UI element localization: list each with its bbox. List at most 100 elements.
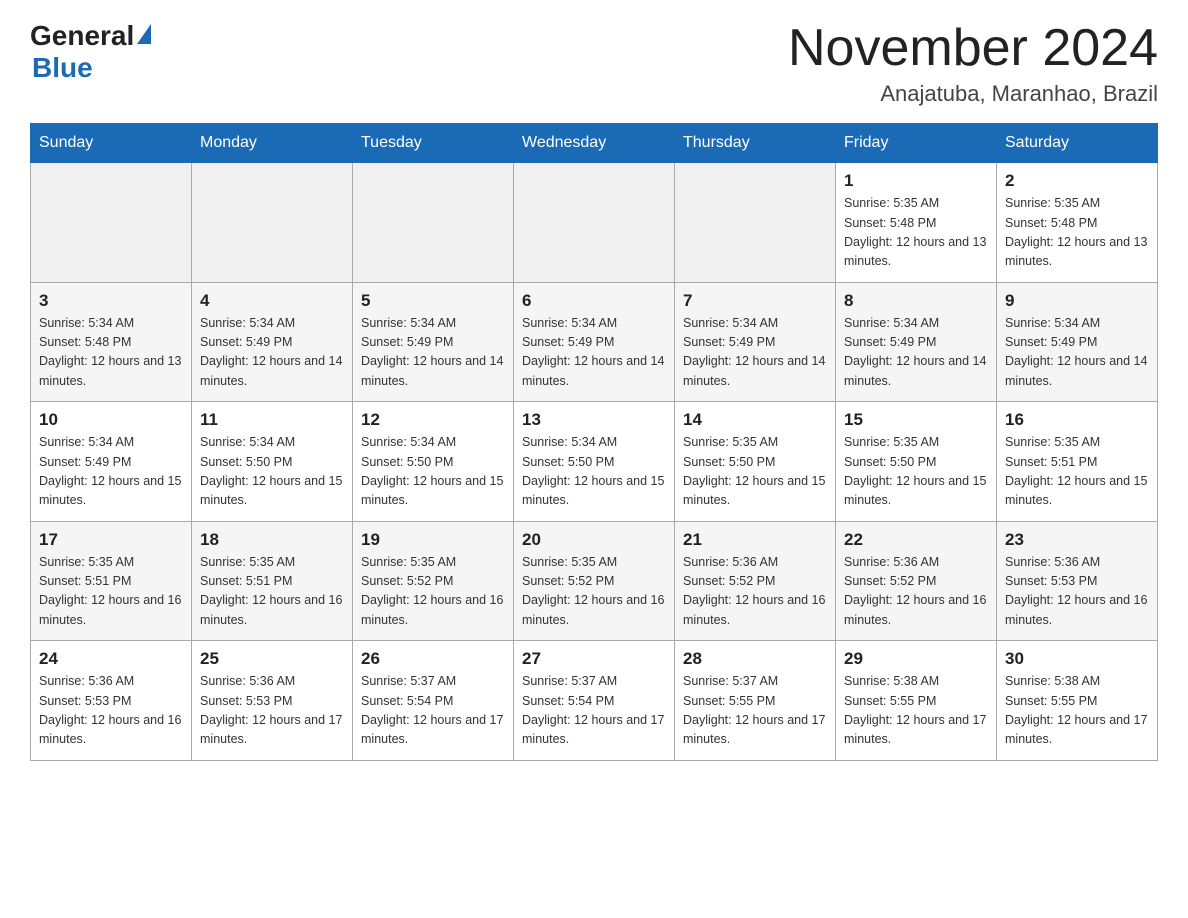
day-number: 27 <box>522 649 666 669</box>
col-sunday: Sunday <box>31 124 192 163</box>
day-sun-info: Sunrise: 5:36 AM Sunset: 5:52 PM Dayligh… <box>683 553 827 631</box>
table-row: 4 Sunrise: 5:34 AM Sunset: 5:49 PM Daylig… <box>192 282 353 402</box>
calendar-week-row: 10 Sunrise: 5:34 AM Sunset: 5:49 PM Dayli… <box>31 402 1158 522</box>
table-row: 13 Sunrise: 5:34 AM Sunset: 5:50 PM Dayli… <box>514 402 675 522</box>
day-number: 25 <box>200 649 344 669</box>
table-row <box>675 163 836 283</box>
day-sun-info: Sunrise: 5:34 AM Sunset: 5:48 PM Dayligh… <box>39 314 183 392</box>
day-sun-info: Sunrise: 5:38 AM Sunset: 5:55 PM Dayligh… <box>1005 672 1149 750</box>
table-row: 29Sunrise: 5:38 AM Sunset: 5:55 PM Dayli… <box>836 641 997 761</box>
table-row: 19 Sunrise: 5:35 AM Sunset: 5:52 PM Dayli… <box>353 521 514 641</box>
col-wednesday: Wednesday <box>514 124 675 163</box>
day-number: 10 <box>39 410 183 430</box>
day-sun-info: Sunrise: 5:37 AM Sunset: 5:54 PM Dayligh… <box>361 672 505 750</box>
table-row <box>353 163 514 283</box>
table-row: 18 Sunrise: 5:35 AM Sunset: 5:51 PM Dayli… <box>192 521 353 641</box>
day-number: 12 <box>361 410 505 430</box>
day-sun-info: Sunrise: 5:35 AM Sunset: 5:52 PM Dayligh… <box>522 553 666 631</box>
title-area: November 2024 Anajatuba, Maranhao, Brazi… <box>788 20 1158 107</box>
location-subtitle: Anajatuba, Maranhao, Brazil <box>788 81 1158 107</box>
page-header: General Blue November 2024 Anajatuba, Ma… <box>30 20 1158 107</box>
day-sun-info: Sunrise: 5:36 AM Sunset: 5:53 PM Dayligh… <box>200 672 344 750</box>
table-row: 24 Sunrise: 5:36 AM Sunset: 5:53 PM Dayli… <box>31 641 192 761</box>
day-sun-info: Sunrise: 5:35 AM Sunset: 5:48 PM Dayligh… <box>844 194 988 272</box>
day-number: 6 <box>522 291 666 311</box>
day-number: 7 <box>683 291 827 311</box>
day-number: 29 <box>844 649 988 669</box>
day-sun-info: Sunrise: 5:34 AM Sunset: 5:50 PM Dayligh… <box>361 433 505 511</box>
day-number: 4 <box>200 291 344 311</box>
table-row <box>514 163 675 283</box>
table-row: 28 Sunrise: 5:37 AM Sunset: 5:55 PM Dayli… <box>675 641 836 761</box>
table-row <box>192 163 353 283</box>
day-number: 23 <box>1005 530 1149 550</box>
day-number: 9 <box>1005 291 1149 311</box>
day-number: 13 <box>522 410 666 430</box>
col-saturday: Saturday <box>997 124 1158 163</box>
table-row: 14Sunrise: 5:35 AM Sunset: 5:50 PM Dayli… <box>675 402 836 522</box>
calendar-week-row: 24 Sunrise: 5:36 AM Sunset: 5:53 PM Dayli… <box>31 641 1158 761</box>
day-sun-info: Sunrise: 5:34 AM Sunset: 5:49 PM Dayligh… <box>683 314 827 392</box>
table-row: 22 Sunrise: 5:36 AM Sunset: 5:52 PM Dayli… <box>836 521 997 641</box>
table-row: 11 Sunrise: 5:34 AM Sunset: 5:50 PM Dayli… <box>192 402 353 522</box>
day-sun-info: Sunrise: 5:34 AM Sunset: 5:50 PM Dayligh… <box>200 433 344 511</box>
day-sun-info: Sunrise: 5:35 AM Sunset: 5:51 PM Dayligh… <box>1005 433 1149 511</box>
col-tuesday: Tuesday <box>353 124 514 163</box>
day-sun-info: Sunrise: 5:37 AM Sunset: 5:54 PM Dayligh… <box>522 672 666 750</box>
day-sun-info: Sunrise: 5:35 AM Sunset: 5:51 PM Dayligh… <box>39 553 183 631</box>
table-row: 5Sunrise: 5:34 AM Sunset: 5:49 PM Daylig… <box>353 282 514 402</box>
table-row: 6Sunrise: 5:34 AM Sunset: 5:49 PM Daylig… <box>514 282 675 402</box>
day-number: 26 <box>361 649 505 669</box>
table-row: 2Sunrise: 5:35 AM Sunset: 5:48 PM Daylig… <box>997 163 1158 283</box>
table-row: 10 Sunrise: 5:34 AM Sunset: 5:49 PM Dayli… <box>31 402 192 522</box>
day-number: 8 <box>844 291 988 311</box>
day-sun-info: Sunrise: 5:34 AM Sunset: 5:49 PM Dayligh… <box>1005 314 1149 392</box>
table-row: 27 Sunrise: 5:37 AM Sunset: 5:54 PM Dayli… <box>514 641 675 761</box>
table-row: 20 Sunrise: 5:35 AM Sunset: 5:52 PM Dayli… <box>514 521 675 641</box>
day-number: 20 <box>522 530 666 550</box>
day-number: 30 <box>1005 649 1149 669</box>
day-sun-info: Sunrise: 5:34 AM Sunset: 5:49 PM Dayligh… <box>200 314 344 392</box>
table-row: 17 Sunrise: 5:35 AM Sunset: 5:51 PM Dayli… <box>31 521 192 641</box>
table-row: 12 Sunrise: 5:34 AM Sunset: 5:50 PM Dayli… <box>353 402 514 522</box>
calendar-header-row: Sunday Monday Tuesday Wednesday Thursday… <box>31 124 1158 163</box>
col-friday: Friday <box>836 124 997 163</box>
day-number: 11 <box>200 410 344 430</box>
table-row: 15 Sunrise: 5:35 AM Sunset: 5:50 PM Dayli… <box>836 402 997 522</box>
day-number: 17 <box>39 530 183 550</box>
day-number: 22 <box>844 530 988 550</box>
col-monday: Monday <box>192 124 353 163</box>
table-row: 8Sunrise: 5:34 AM Sunset: 5:49 PM Daylig… <box>836 282 997 402</box>
logo-general-text: General <box>30 20 134 52</box>
logo-blue-text: Blue <box>32 52 93 84</box>
day-sun-info: Sunrise: 5:35 AM Sunset: 5:51 PM Dayligh… <box>200 553 344 631</box>
day-sun-info: Sunrise: 5:36 AM Sunset: 5:52 PM Dayligh… <box>844 553 988 631</box>
day-number: 21 <box>683 530 827 550</box>
day-sun-info: Sunrise: 5:36 AM Sunset: 5:53 PM Dayligh… <box>1005 553 1149 631</box>
table-row <box>31 163 192 283</box>
day-number: 18 <box>200 530 344 550</box>
table-row: 1 Sunrise: 5:35 AM Sunset: 5:48 PM Daylig… <box>836 163 997 283</box>
day-number: 14 <box>683 410 827 430</box>
day-sun-info: Sunrise: 5:36 AM Sunset: 5:53 PM Dayligh… <box>39 672 183 750</box>
day-sun-info: Sunrise: 5:34 AM Sunset: 5:49 PM Dayligh… <box>39 433 183 511</box>
day-sun-info: Sunrise: 5:34 AM Sunset: 5:50 PM Dayligh… <box>522 433 666 511</box>
day-number: 3 <box>39 291 183 311</box>
day-sun-info: Sunrise: 5:37 AM Sunset: 5:55 PM Dayligh… <box>683 672 827 750</box>
table-row: 21 Sunrise: 5:36 AM Sunset: 5:52 PM Dayli… <box>675 521 836 641</box>
day-number: 15 <box>844 410 988 430</box>
calendar-week-row: 3 Sunrise: 5:34 AM Sunset: 5:48 PM Daylig… <box>31 282 1158 402</box>
day-sun-info: Sunrise: 5:35 AM Sunset: 5:50 PM Dayligh… <box>844 433 988 511</box>
table-row: 9 Sunrise: 5:34 AM Sunset: 5:49 PM Daylig… <box>997 282 1158 402</box>
day-number: 28 <box>683 649 827 669</box>
table-row: 3 Sunrise: 5:34 AM Sunset: 5:48 PM Daylig… <box>31 282 192 402</box>
table-row: 23 Sunrise: 5:36 AM Sunset: 5:53 PM Dayli… <box>997 521 1158 641</box>
day-sun-info: Sunrise: 5:35 AM Sunset: 5:52 PM Dayligh… <box>361 553 505 631</box>
month-title: November 2024 <box>788 20 1158 77</box>
day-number: 24 <box>39 649 183 669</box>
day-number: 1 <box>844 171 988 191</box>
table-row: 30 Sunrise: 5:38 AM Sunset: 5:55 PM Dayli… <box>997 641 1158 761</box>
day-number: 19 <box>361 530 505 550</box>
table-row: 7 Sunrise: 5:34 AM Sunset: 5:49 PM Daylig… <box>675 282 836 402</box>
table-row: 16Sunrise: 5:35 AM Sunset: 5:51 PM Dayli… <box>997 402 1158 522</box>
